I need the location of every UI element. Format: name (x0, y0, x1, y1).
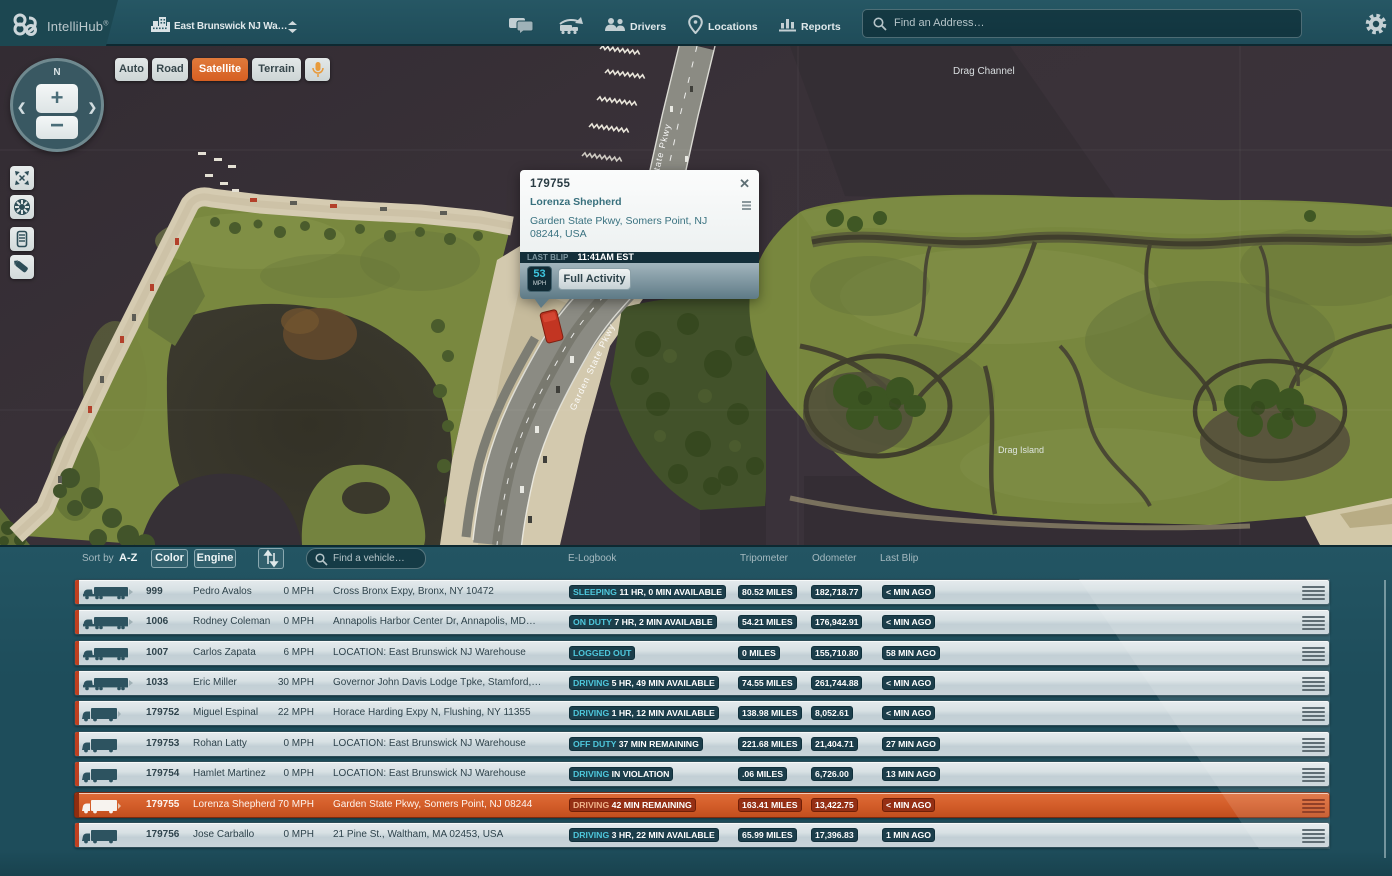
svg-text:Drag Channel: Drag Channel (953, 66, 1015, 77)
svg-text:Drag Island: Drag Island (998, 445, 1044, 455)
